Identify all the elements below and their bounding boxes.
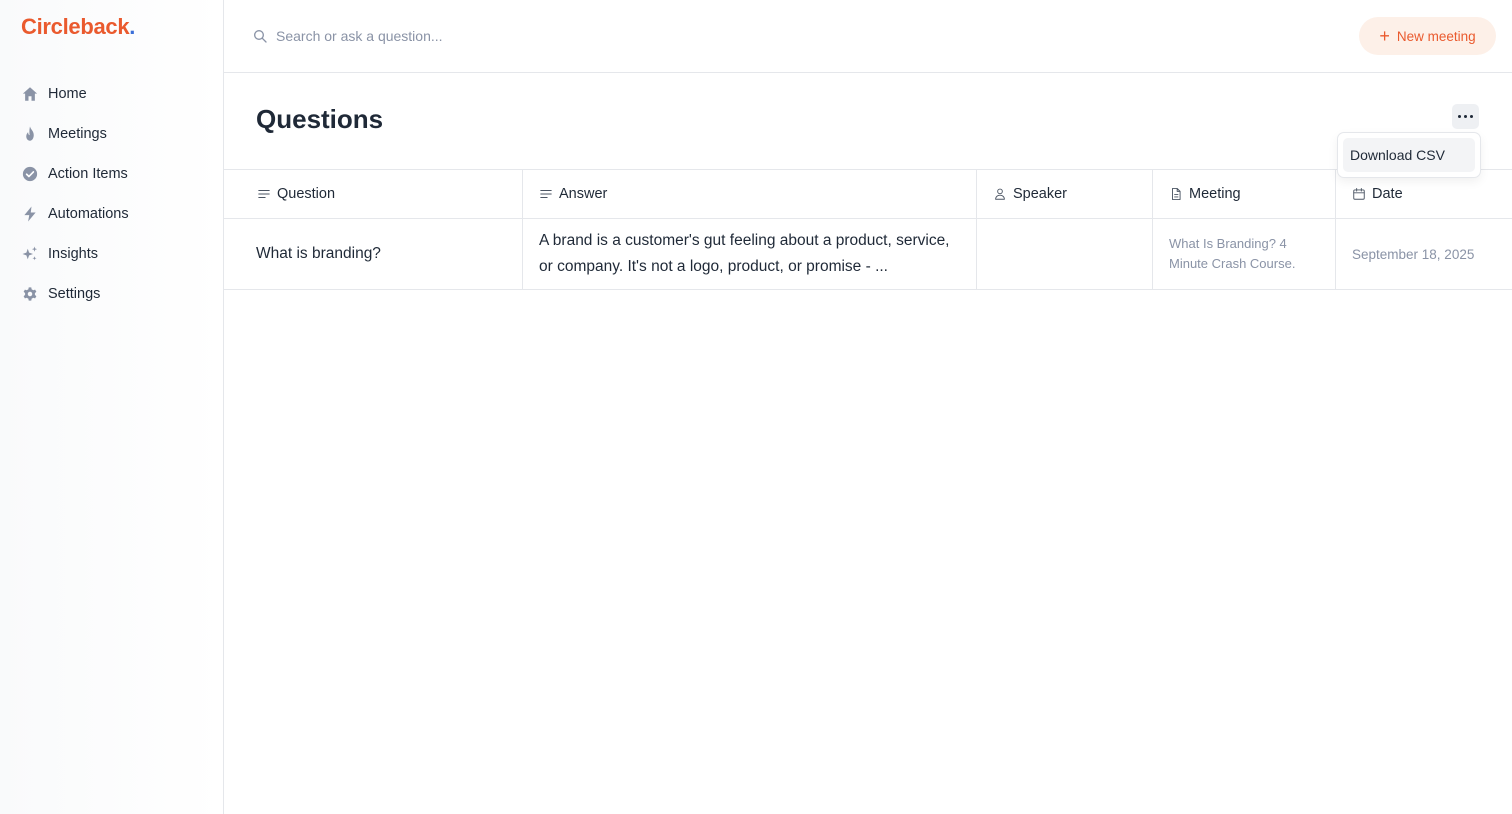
new-meeting-label: New meeting — [1396, 28, 1476, 44]
search-bar[interactable] — [252, 22, 852, 50]
more-dot-icon — [1464, 115, 1467, 118]
column-label: Answer — [559, 186, 608, 202]
sidebar-item-label: Insights — [48, 246, 98, 262]
sidebar-item-insights[interactable]: Insights — [0, 234, 223, 274]
meeting-cell[interactable]: What Is Branding? 4 Minute Crash Course. — [1153, 219, 1336, 289]
text-lines-icon — [258, 190, 270, 198]
app-root: Circleback. Home Meetings Action Items A… — [0, 0, 1512, 814]
question-cell: What is branding? — [224, 219, 523, 289]
table-header: Question Answer Speaker Meeting Date — [224, 169, 1512, 219]
home-icon — [21, 85, 39, 103]
sidebar-item-label: Home — [48, 86, 87, 102]
answer-text: A brand is a customer's gut feeling abou… — [539, 232, 950, 275]
more-options-menu: Download CSV — [1337, 132, 1481, 178]
more-dot-icon — [1458, 115, 1461, 118]
date-cell: September 18, 2025 — [1352, 246, 1475, 262]
column-label: Question — [277, 186, 336, 202]
topbar: + New meeting — [224, 0, 1512, 73]
sidebar-item-label: Meetings — [48, 126, 107, 142]
plus-icon: + — [1379, 26, 1390, 46]
calendar-icon — [1353, 187, 1365, 200]
gear-icon — [21, 285, 39, 303]
sidebar-item-home[interactable]: Home — [0, 74, 223, 114]
column-header-speaker[interactable]: Speaker — [977, 170, 1153, 218]
sidebar-item-action-items[interactable]: Action Items — [0, 154, 223, 194]
column-label: Meeting — [1189, 186, 1241, 202]
column-label: Speaker — [1013, 186, 1068, 202]
check-circle-icon — [21, 165, 39, 183]
search-icon — [254, 30, 267, 43]
document-icon — [1172, 187, 1181, 201]
download-csv-menu-item[interactable]: Download CSV — [1343, 138, 1475, 172]
search-input[interactable] — [276, 28, 816, 44]
more-options-button[interactable] — [1452, 104, 1479, 129]
table-row[interactable]: What is branding? A brand is a customer'… — [224, 219, 1512, 290]
text-lines-icon — [540, 190, 552, 198]
speaker-cell — [977, 219, 1153, 289]
main-content: + New meeting Questions Download CSV Que… — [224, 0, 1512, 814]
column-header-meeting[interactable]: Meeting — [1153, 170, 1336, 218]
column-header-answer[interactable]: Answer — [523, 170, 977, 218]
sidebar: Circleback. Home Meetings Action Items A… — [0, 0, 224, 814]
sidebar-item-label: Automations — [48, 206, 129, 222]
sidebar-item-settings[interactable]: Settings — [0, 274, 223, 314]
sidebar-nav: Home Meetings Action Items Automations I… — [0, 74, 223, 314]
sidebar-item-automations[interactable]: Automations — [0, 194, 223, 234]
sidebar-item-label: Settings — [48, 286, 101, 302]
flame-icon — [21, 125, 39, 143]
more-dot-icon — [1470, 115, 1473, 118]
answer-cell: A brand is a customer's gut feeling abou… — [523, 219, 977, 289]
sidebar-item-label: Action Items — [48, 166, 128, 182]
page-title: Questions — [256, 104, 384, 134]
column-header-question[interactable]: Question — [224, 170, 523, 218]
logo[interactable]: Circleback. — [21, 14, 135, 40]
person-icon — [995, 188, 1005, 200]
column-label: Date — [1372, 186, 1403, 202]
questions-table: Question Answer Speaker Meeting Date Wha… — [224, 169, 1512, 290]
sparkles-icon — [21, 245, 39, 263]
lightning-icon — [21, 205, 39, 223]
new-meeting-button[interactable]: + New meeting — [1359, 17, 1496, 55]
sidebar-item-meetings[interactable]: Meetings — [0, 114, 223, 154]
